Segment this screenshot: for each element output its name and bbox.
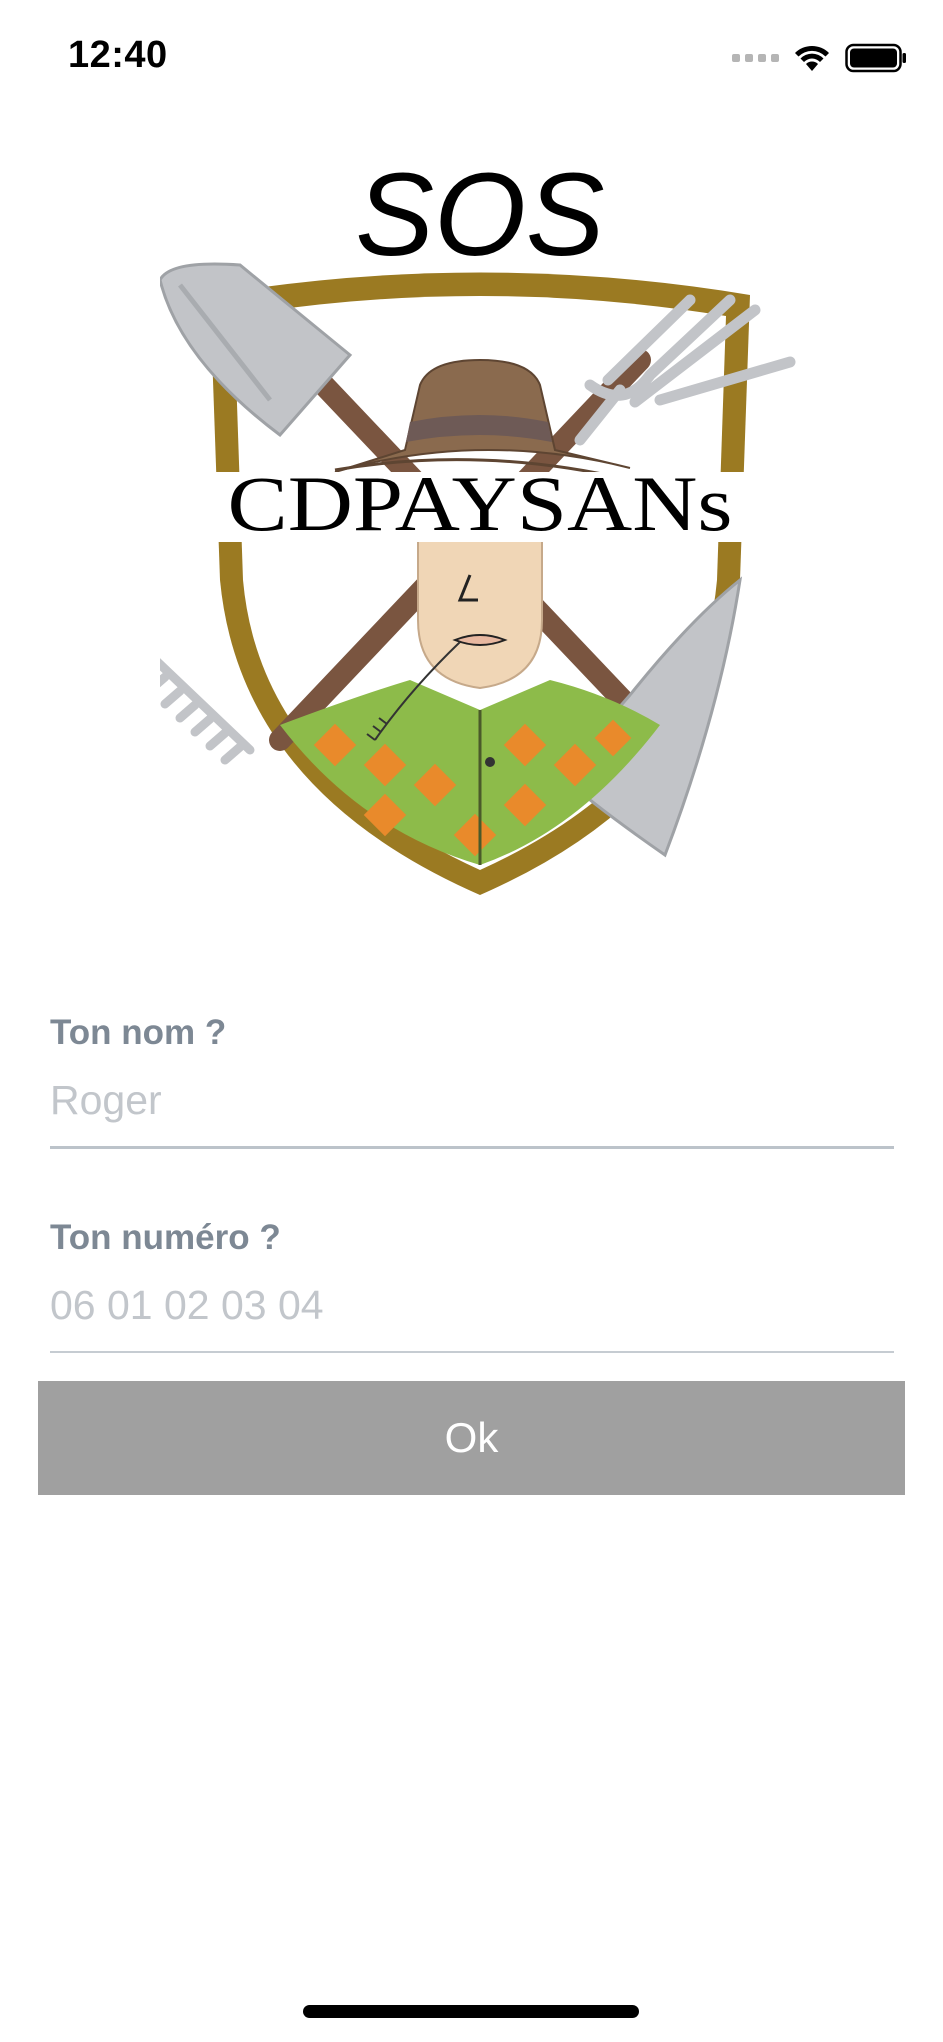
name-field-group: Ton nom ? xyxy=(50,1013,894,1153)
phone-field-underline xyxy=(50,1351,894,1353)
phone-field-label: Ton numéro ? xyxy=(50,1218,281,1257)
status-time: 12:40 xyxy=(68,34,168,76)
status-icons xyxy=(732,40,907,76)
battery-icon xyxy=(845,43,906,73)
status-bar: 12:40 xyxy=(0,0,943,118)
phone-field-group: Ton numéro ? xyxy=(50,1218,894,1358)
name-field-label: Ton nom ? xyxy=(50,1013,227,1052)
logo-wordmark: CDPAYSANs xyxy=(228,460,733,547)
ok-button[interactable]: Ok xyxy=(38,1381,905,1495)
phone-input[interactable] xyxy=(50,1270,892,1340)
name-input[interactable] xyxy=(50,1065,892,1135)
cellular-signal-icon xyxy=(732,54,779,62)
logo-heading: SOS xyxy=(355,150,604,281)
wifi-icon xyxy=(795,45,829,71)
farmer-shield-emblem: SOS CDPAYSANs xyxy=(160,150,796,895)
name-field-underline xyxy=(50,1146,894,1149)
app-logo: SOS CDPAYSANs xyxy=(160,150,800,910)
home-indicator[interactable] xyxy=(303,2005,639,2018)
